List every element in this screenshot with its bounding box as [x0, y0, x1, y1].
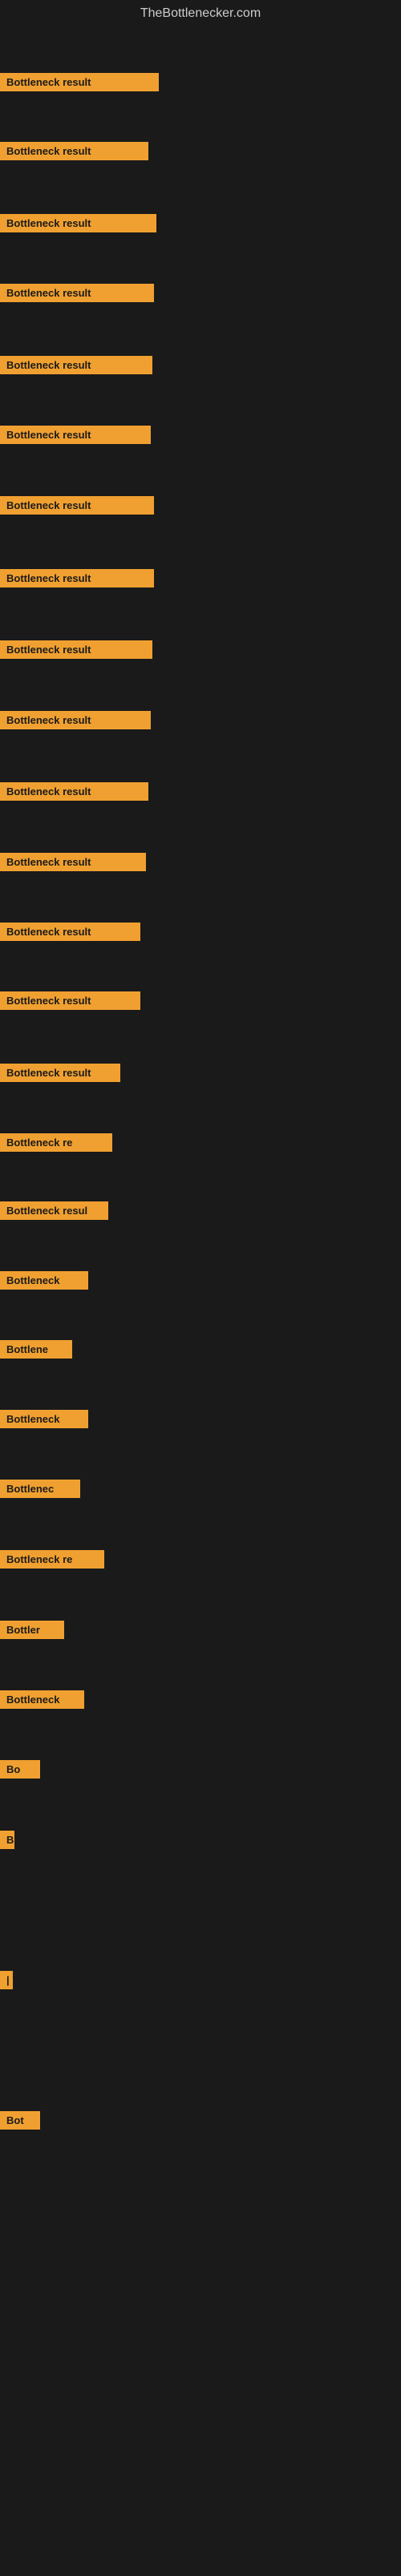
bottleneck-item-14[interactable]: Bottleneck result: [0, 991, 140, 1014]
bottleneck-item-12[interactable]: Bottleneck result: [0, 853, 146, 875]
bottleneck-item-13[interactable]: Bottleneck result: [0, 923, 140, 945]
bottleneck-item-1[interactable]: Bottleneck result: [0, 73, 159, 95]
site-title: TheBottlenecker.com: [0, 0, 401, 27]
bottleneck-label-21: Bottlenec: [0, 1480, 80, 1498]
bottleneck-label-10: Bottleneck result: [0, 711, 151, 729]
bottleneck-label-5: Bottleneck result: [0, 356, 152, 374]
bottleneck-item-24[interactable]: Bottleneck: [0, 1690, 84, 1713]
bottleneck-label-8: Bottleneck result: [0, 569, 154, 587]
bottleneck-label-22: Bottleneck re: [0, 1550, 104, 1569]
bottleneck-label-25: Bo: [0, 1760, 40, 1779]
bottleneck-item-16[interactable]: Bottleneck re: [0, 1133, 112, 1156]
bottleneck-item-7[interactable]: Bottleneck result: [0, 496, 154, 519]
bottleneck-label-4: Bottleneck result: [0, 284, 154, 302]
bottleneck-label-14: Bottleneck result: [0, 991, 140, 1010]
bottleneck-label-11: Bottleneck result: [0, 782, 148, 801]
bottleneck-item-19[interactable]: Bottlene: [0, 1340, 72, 1363]
bottleneck-label-2: Bottleneck result: [0, 142, 148, 160]
bottleneck-label-19: Bottlene: [0, 1340, 72, 1359]
bottleneck-label-6: Bottleneck result: [0, 426, 151, 444]
bottleneck-item-18[interactable]: Bottleneck: [0, 1271, 88, 1294]
bottleneck-item-28[interactable]: Bot: [0, 2111, 40, 2134]
bottleneck-item-5[interactable]: Bottleneck result: [0, 356, 152, 378]
bottleneck-item-8[interactable]: Bottleneck result: [0, 569, 154, 592]
bottleneck-label-13: Bottleneck result: [0, 923, 140, 941]
bottleneck-item-17[interactable]: Bottleneck resul: [0, 1201, 108, 1224]
bottleneck-item-26[interactable]: B: [0, 1831, 14, 1853]
bottleneck-label-28: Bot: [0, 2111, 40, 2130]
bottleneck-item-11[interactable]: Bottleneck result: [0, 782, 148, 805]
bottleneck-item-27[interactable]: |: [0, 1971, 13, 1993]
bottleneck-label-3: Bottleneck result: [0, 214, 156, 232]
bottleneck-label-17: Bottleneck resul: [0, 1201, 108, 1220]
bottleneck-label-15: Bottleneck result: [0, 1064, 120, 1082]
bottleneck-label-9: Bottleneck result: [0, 640, 152, 659]
bottleneck-item-25[interactable]: Bo: [0, 1760, 40, 1783]
bottleneck-label-1: Bottleneck result: [0, 73, 159, 91]
bottleneck-label-27: |: [0, 1971, 13, 1989]
bottleneck-label-18: Bottleneck: [0, 1271, 88, 1290]
bottleneck-label-16: Bottleneck re: [0, 1133, 112, 1152]
bottleneck-item-15[interactable]: Bottleneck result: [0, 1064, 120, 1086]
bottleneck-item-23[interactable]: Bottler: [0, 1621, 64, 1643]
bottleneck-item-10[interactable]: Bottleneck result: [0, 711, 151, 733]
bottleneck-item-9[interactable]: Bottleneck result: [0, 640, 152, 663]
bottleneck-label-12: Bottleneck result: [0, 853, 146, 871]
bottleneck-item-22[interactable]: Bottleneck re: [0, 1550, 104, 1573]
bottleneck-label-26: B: [0, 1831, 14, 1849]
bottleneck-item-20[interactable]: Bottleneck: [0, 1410, 88, 1432]
bottleneck-item-4[interactable]: Bottleneck result: [0, 284, 154, 306]
bottleneck-label-7: Bottleneck result: [0, 496, 154, 515]
bottleneck-item-21[interactable]: Bottlenec: [0, 1480, 80, 1502]
bottleneck-item-3[interactable]: Bottleneck result: [0, 214, 156, 236]
bottleneck-label-20: Bottleneck: [0, 1410, 88, 1428]
bottleneck-label-24: Bottleneck: [0, 1690, 84, 1709]
bottleneck-label-23: Bottler: [0, 1621, 64, 1639]
bottleneck-item-6[interactable]: Bottleneck result: [0, 426, 151, 448]
bottleneck-item-2[interactable]: Bottleneck result: [0, 142, 148, 164]
